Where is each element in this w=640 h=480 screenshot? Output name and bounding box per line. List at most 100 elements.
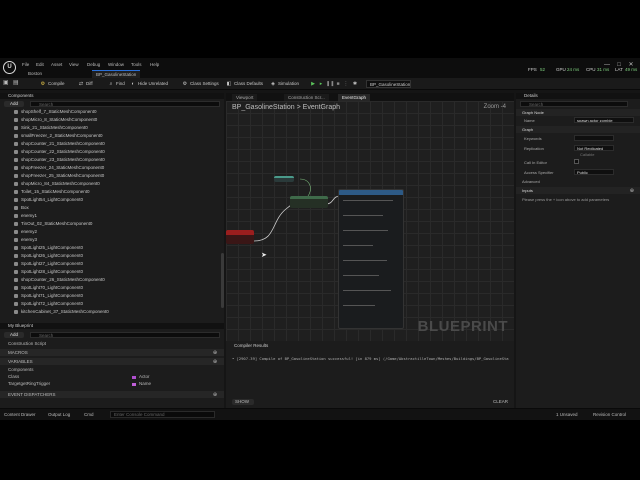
macros-section[interactable]: MACROS bbox=[0, 349, 224, 356]
console-command-input[interactable]: Enter Console Command bbox=[110, 411, 215, 418]
minimize-button[interactable]: — bbox=[603, 61, 611, 69]
event-graph-canvas[interactable]: BP_GasolineStation > EventGraph Zoom -4 bbox=[226, 101, 514, 341]
stop-icon[interactable]: ■ bbox=[335, 81, 341, 87]
find-button[interactable]: ⌕ Find bbox=[108, 80, 125, 88]
tab-boston[interactable]: Boston bbox=[24, 70, 46, 78]
tab-viewport[interactable]: Viewport bbox=[232, 94, 258, 101]
component-item[interactable]: SpotLight26_LightComponent0 bbox=[14, 253, 83, 259]
variable-get-node[interactable] bbox=[274, 176, 294, 182]
my-blueprint-search-input[interactable]: Search bbox=[30, 332, 220, 338]
unsaved-indicator[interactable]: 1 Unsaved bbox=[556, 412, 578, 417]
custom-event-node[interactable] bbox=[226, 230, 254, 244]
component-item[interactable]: shopCounter_22_StaticMeshComponent0 bbox=[14, 149, 105, 155]
add-dispatcher-icon[interactable]: ⊕ bbox=[212, 392, 218, 398]
component-item[interactable]: shopFreezer_25_StaticMeshComponent0 bbox=[14, 173, 104, 179]
menu-asset[interactable]: Asset bbox=[51, 62, 62, 67]
access-specifier-select[interactable]: Public bbox=[574, 169, 614, 175]
component-item[interactable]: SpotLight70_LightComponent0 bbox=[14, 285, 83, 291]
component-item[interactable]: SpotLight71_LightComponent0 bbox=[14, 293, 83, 299]
simulation-button[interactable]: ◈ Simulation bbox=[270, 80, 299, 88]
menu-debug[interactable]: Debug bbox=[87, 62, 100, 67]
menu-tools[interactable]: Tools bbox=[131, 62, 142, 67]
components-scrollbar[interactable] bbox=[221, 253, 224, 308]
tab-bp-gasolinestation[interactable]: BP_GasolineStation bbox=[92, 70, 141, 78]
content-drawer-button[interactable]: Content Drawer bbox=[4, 412, 36, 417]
class-defaults-button[interactable]: ◧ Class Defaults bbox=[226, 80, 263, 88]
component-item[interactable]: Toilet_15_StaticMeshComponent0 bbox=[14, 189, 90, 195]
debug-object-select[interactable]: BP_GasolineStation bbox=[366, 80, 411, 88]
component-item[interactable]: shopCounter_23_StaticMeshComponent0 bbox=[14, 157, 105, 163]
component-item[interactable]: SpotLight72_LightComponent0 bbox=[14, 301, 83, 307]
component-item[interactable]: shopMicro_84_StaticMeshComponent0 bbox=[14, 181, 100, 187]
name-field[interactable]: spawn actor zombie bbox=[574, 117, 634, 123]
add-variable-icon[interactable]: ⊕ bbox=[212, 359, 218, 365]
graph-node-section[interactable]: Graph Node bbox=[516, 109, 640, 116]
component-item[interactable]: shopShelf_7_StaticMeshComponent0 bbox=[14, 109, 97, 115]
call-in-editor-checkbox[interactable] bbox=[574, 159, 579, 164]
component-item[interactable]: enemy1 bbox=[14, 213, 37, 219]
output-log-button[interactable]: Output Log bbox=[48, 412, 70, 417]
component-item[interactable]: shopMicro_8_StaticMeshComponent0 bbox=[14, 117, 97, 123]
cmd-button[interactable]: Cmd bbox=[84, 412, 94, 417]
menu-window[interactable]: Window bbox=[108, 62, 124, 67]
component-item[interactable]: enemy3 bbox=[14, 237, 37, 243]
function-call-node[interactable] bbox=[290, 196, 328, 208]
component-item[interactable]: SpotLight54_LightComponent0 bbox=[14, 197, 83, 203]
menu-help[interactable]: Help bbox=[150, 62, 159, 67]
spawn-actor-node[interactable] bbox=[338, 189, 404, 329]
replication-select[interactable]: Not Replicated bbox=[574, 145, 614, 151]
details-search-input[interactable]: Search bbox=[520, 101, 628, 107]
hide-unrelated-button[interactable]: ◐ Hide Unrelated bbox=[130, 80, 168, 88]
component-item[interactable]: kitchenCabinet_37_StaticMeshComponent0 bbox=[14, 309, 109, 315]
class-settings-button[interactable]: ⚙ Class Settings bbox=[182, 80, 219, 88]
clear-button[interactable]: CLEAR bbox=[493, 399, 508, 405]
add-component-button[interactable]: Add bbox=[4, 101, 24, 107]
component-item[interactable]: SpotLight25_LightComponent0 bbox=[14, 245, 83, 251]
bug-icon[interactable]: ✱ bbox=[352, 81, 358, 87]
close-button[interactable]: ✕ bbox=[627, 61, 635, 69]
add-input-icon[interactable]: ⊕ bbox=[630, 188, 634, 194]
play-options-icon[interactable]: ⋮ bbox=[343, 81, 349, 87]
save-icon[interactable]: ▣ bbox=[3, 80, 10, 87]
component-item[interactable]: shopCounter_26_StaticMeshComponent0 bbox=[14, 277, 105, 283]
pin-row bbox=[343, 200, 393, 201]
pin-row bbox=[343, 260, 387, 261]
add-macro-icon[interactable]: ⊕ bbox=[212, 350, 218, 356]
component-label: SpotLight70_LightComponent0 bbox=[21, 285, 84, 290]
compile-button[interactable]: ⚙ Compile bbox=[40, 80, 65, 88]
variables-section[interactable]: VARIABLES bbox=[0, 358, 224, 365]
component-item[interactable]: shopCounter_21_StaticMeshComponent0 bbox=[14, 141, 105, 147]
component-item[interactable]: smallFreezer_2_StaticMeshComponent0 bbox=[14, 133, 103, 139]
revision-control-button[interactable]: Revision Control bbox=[593, 412, 626, 417]
diff-button[interactable]: ⇄ Diff bbox=[78, 80, 93, 88]
show-button[interactable]: SHOW bbox=[232, 399, 254, 405]
keywords-field[interactable] bbox=[574, 135, 614, 141]
maximize-button[interactable]: □ bbox=[615, 61, 623, 69]
inputs-section[interactable]: Inputs bbox=[516, 187, 640, 194]
pause-icon[interactable]: ❚❚ bbox=[326, 81, 334, 87]
menu-view[interactable]: View bbox=[69, 62, 79, 67]
variable-class-name[interactable]: Class bbox=[8, 374, 19, 380]
menu-edit[interactable]: Edit bbox=[36, 62, 44, 67]
tab-construction-script[interactable]: Construction Scr... bbox=[284, 94, 329, 101]
play-icon[interactable]: ▶ bbox=[310, 81, 316, 87]
component-item[interactable]: SpotLight28_LightComponent0 bbox=[14, 269, 83, 275]
component-item[interactable]: Sink_21_StaticMeshComponent0 bbox=[14, 125, 88, 131]
graph-section[interactable]: Graph bbox=[516, 126, 640, 133]
add-member-button[interactable]: Add bbox=[4, 332, 24, 338]
component-item[interactable]: SpotLight27_LightComponent0 bbox=[14, 261, 83, 267]
components-category[interactable]: Components bbox=[8, 367, 34, 373]
components-search-input[interactable]: Search bbox=[30, 101, 220, 107]
browse-icon[interactable]: ▤ bbox=[13, 80, 20, 87]
advanced-toggle[interactable]: Advanced bbox=[522, 179, 540, 184]
menu-file[interactable]: File bbox=[22, 62, 29, 67]
event-dispatchers-section[interactable]: EVENT DISPATCHERS bbox=[0, 391, 224, 398]
advance-icon[interactable]: ▸ bbox=[318, 81, 324, 87]
tab-eventgraph[interactable]: EventGraph bbox=[338, 94, 371, 101]
component-item[interactable]: Box bbox=[14, 205, 29, 211]
component-item[interactable]: TinOut_02_StaticMeshComponent0 bbox=[14, 221, 92, 227]
variable-target-name[interactable]: TargetgetRingTrigger bbox=[8, 381, 50, 387]
construction-script-item[interactable]: Construction Script bbox=[8, 341, 46, 347]
component-item[interactable]: shopFreezer_24_StaticMeshComponent0 bbox=[14, 165, 104, 171]
component-item[interactable]: enemy2 bbox=[14, 229, 37, 235]
